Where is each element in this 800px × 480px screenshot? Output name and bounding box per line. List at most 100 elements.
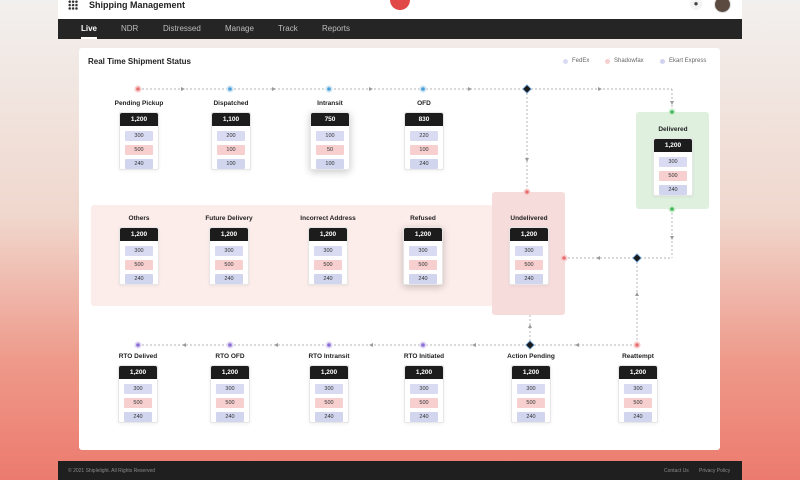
fedex-count: 300 — [314, 246, 342, 256]
fedex-count: 300 — [659, 157, 687, 167]
ekart-count: 100 — [316, 159, 344, 169]
ekart-count: 100 — [217, 159, 245, 169]
node-card-incorrect-address[interactable]: 1,200 300 500 240 — [308, 227, 348, 285]
node-label-rto-delivered: RTO Delived — [118, 353, 158, 360]
shadowfax-count: 500 — [125, 260, 153, 270]
ekart-count: 240 — [215, 274, 243, 284]
node-total: 1,200 — [309, 228, 347, 241]
shadowfax-count: 500 — [125, 145, 153, 155]
node-label-reattempt: Reattempt — [622, 353, 654, 360]
node-card-future-delivery[interactable]: 1,200 300 500 240 — [209, 227, 249, 285]
fedex-count: 220 — [410, 131, 438, 141]
node-card-pending-pickup[interactable]: 1,200 300 500 240 — [119, 112, 159, 170]
node-total: 1,200 — [510, 228, 548, 241]
node-total: 1,200 — [211, 366, 249, 379]
footer — [58, 461, 742, 480]
node-label-rto-intransit: RTO Intransit — [308, 353, 350, 360]
node-card-refused[interactable]: 1,200 300 500 240 — [403, 227, 443, 285]
node-label-pending-pickup: Pending Pickup — [114, 100, 164, 107]
ekart-count: 240 — [315, 412, 343, 422]
node-total: 1,200 — [654, 139, 692, 152]
fedex-count: 300 — [216, 384, 244, 394]
fedex-count: 300 — [409, 246, 437, 256]
shadowfax-count: 500 — [314, 260, 342, 270]
node-card-delivered[interactable]: 1,200 300 500 240 — [653, 138, 693, 196]
node-total: 1,200 — [310, 366, 348, 379]
fedex-count: 300 — [124, 384, 152, 394]
node-card-undelivered[interactable]: 1,200 300 500 240 — [509, 227, 549, 285]
footer-link-privacy[interactable]: Privacy Policy — [699, 468, 730, 474]
node-total: 1,200 — [120, 228, 158, 241]
node-total: 1,100 — [212, 113, 250, 126]
node-card-ofd[interactable]: 830 220 100 240 — [404, 112, 444, 170]
node-card-action-pending[interactable]: 1,200 300 500 240 — [511, 365, 551, 423]
node-card-rto-delivered[interactable]: 1,200 300 500 240 — [118, 365, 158, 423]
node-label-dispatched: Dispatched — [213, 100, 249, 107]
node-label-delivered: Delivered — [658, 126, 688, 133]
shadowfax-count: 500 — [410, 398, 438, 408]
ekart-count: 240 — [314, 274, 342, 284]
shadowfax-count: 100 — [217, 145, 245, 155]
fedex-count: 300 — [315, 384, 343, 394]
node-total: 1,200 — [210, 228, 248, 241]
node-card-reattempt[interactable]: 1,200 300 500 240 — [618, 365, 658, 423]
node-card-dispatched[interactable]: 1,100 200 100 100 — [211, 112, 251, 170]
node-label-refused: Refused — [410, 215, 436, 222]
fedex-count: 300 — [410, 384, 438, 394]
node-card-rto-initiated[interactable]: 1,200 300 500 240 — [404, 365, 444, 423]
node-label-incorrect-address: Incorrect Address — [300, 215, 356, 222]
node-card-intransit[interactable]: 750 100 50 100 — [310, 112, 350, 170]
node-total: 1,200 — [120, 113, 158, 126]
fedex-count: 300 — [215, 246, 243, 256]
node-card-others[interactable]: 1,200 300 500 240 — [119, 227, 159, 285]
shadowfax-count: 500 — [409, 260, 437, 270]
shadowfax-count: 500 — [215, 260, 243, 270]
ekart-count: 240 — [624, 412, 652, 422]
ekart-count: 240 — [517, 412, 545, 422]
fedex-count: 100 — [316, 131, 344, 141]
node-label-intransit: Intransit — [317, 100, 343, 107]
node-total: 1,200 — [405, 366, 443, 379]
fedex-count: 300 — [515, 246, 543, 256]
fedex-count: 300 — [517, 384, 545, 394]
shadowfax-count: 500 — [624, 398, 652, 408]
shadowfax-count: 500 — [216, 398, 244, 408]
ekart-count: 240 — [659, 185, 687, 195]
node-card-rto-ofd[interactable]: 1,200 300 500 240 — [210, 365, 250, 423]
ekart-count: 240 — [125, 159, 153, 169]
node-label-future-delivery: Future Delivery — [205, 215, 253, 222]
fedex-count: 300 — [125, 246, 153, 256]
node-card-rto-intransit[interactable]: 1,200 300 500 240 — [309, 365, 349, 423]
ekart-count: 240 — [410, 412, 438, 422]
shadowfax-count: 50 — [316, 145, 344, 155]
node-label-rto-initiated: RTO Initiated — [403, 353, 445, 360]
node-label-others: Others — [128, 215, 150, 222]
fedex-count: 300 — [624, 384, 652, 394]
fedex-count: 200 — [217, 131, 245, 141]
node-label-action-pending: Action Pending — [507, 353, 555, 360]
node-label-ofd: OFD — [417, 100, 431, 107]
shadowfax-count: 100 — [410, 145, 438, 155]
shadowfax-count: 500 — [659, 171, 687, 181]
footer-copyright: © 2021 Shiplelight. All Rights Reserved — [68, 468, 156, 474]
footer-link-contact[interactable]: Contact Us — [664, 468, 689, 474]
node-label-undelivered: Undelivered — [510, 215, 548, 222]
fedex-count: 300 — [125, 131, 153, 141]
node-total: 1,200 — [404, 228, 442, 241]
shadowfax-count: 500 — [517, 398, 545, 408]
ekart-count: 240 — [216, 412, 244, 422]
node-total: 1,200 — [512, 366, 550, 379]
node-label-rto-ofd: RTO OFD — [215, 353, 245, 360]
shadowfax-count: 500 — [124, 398, 152, 408]
ekart-count: 240 — [409, 274, 437, 284]
node-total: 830 — [405, 113, 443, 126]
shadowfax-count: 500 — [515, 260, 543, 270]
ekart-count: 240 — [124, 412, 152, 422]
node-total: 750 — [311, 113, 349, 126]
node-total: 1,200 — [619, 366, 657, 379]
shadowfax-count: 500 — [315, 398, 343, 408]
ekart-count: 240 — [410, 159, 438, 169]
ekart-count: 240 — [515, 274, 543, 284]
ekart-count: 240 — [125, 274, 153, 284]
node-total: 1,200 — [119, 366, 157, 379]
